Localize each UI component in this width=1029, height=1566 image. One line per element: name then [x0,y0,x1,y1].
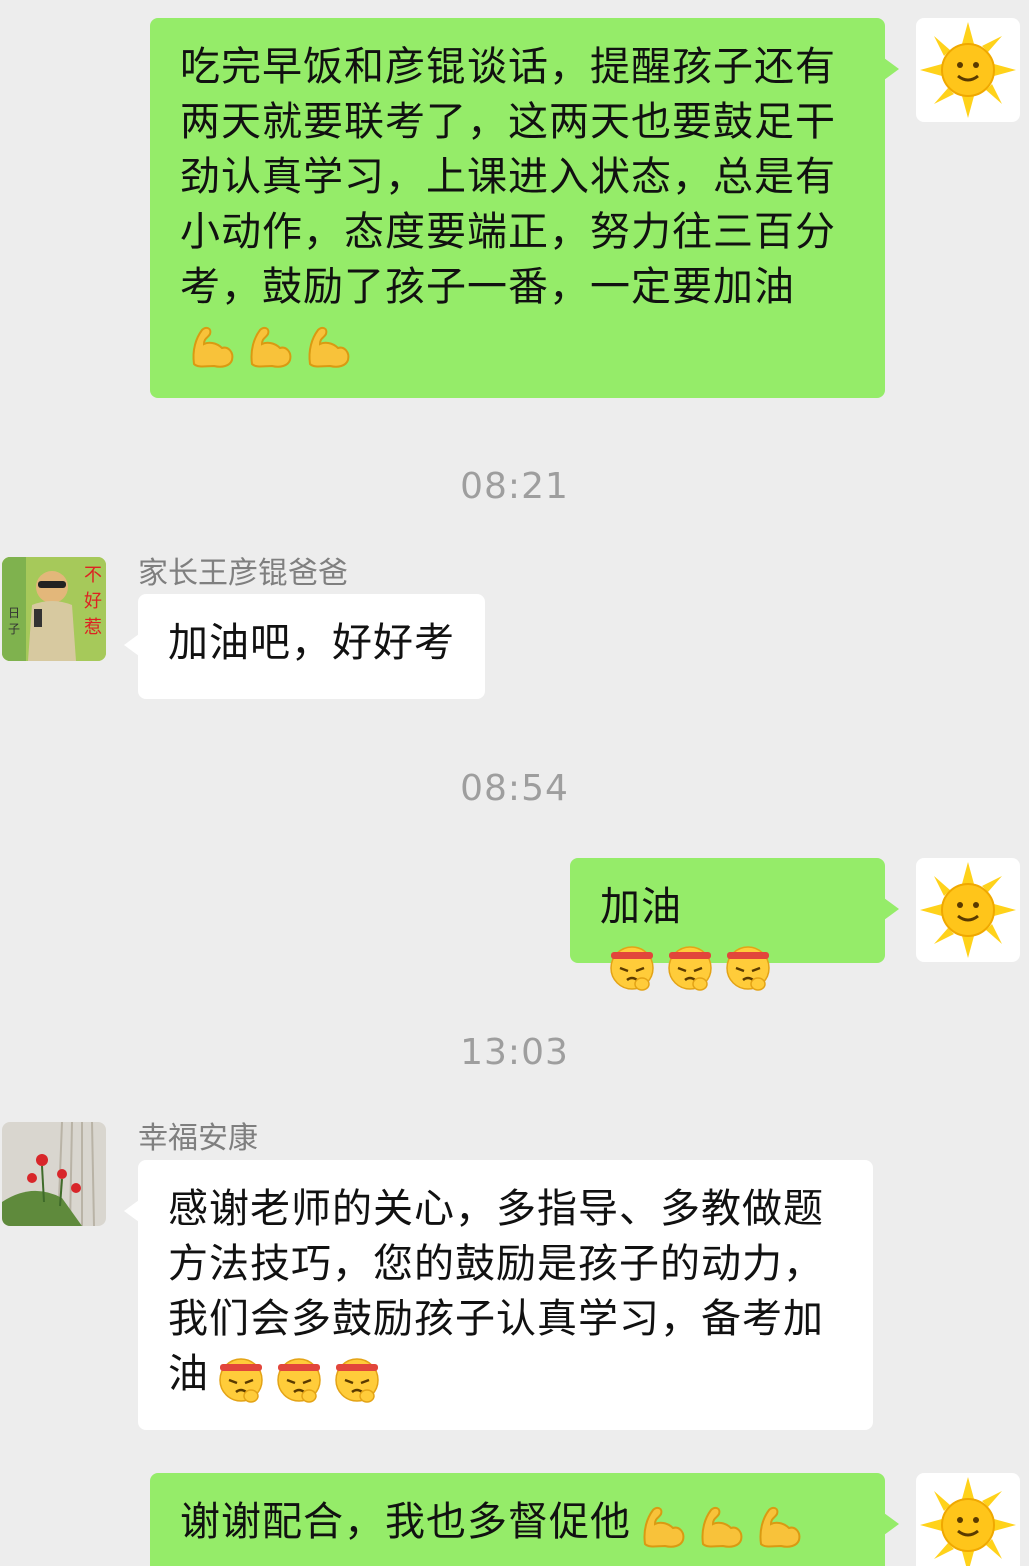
determined-face-icon [664,940,716,992]
avatar-caption: 日 [8,606,20,620]
flexed-biceps-icon [637,1500,689,1552]
determined-face-icon [722,940,774,992]
message-text: 谢谢配合，我也多督促他 [180,1499,631,1545]
avatar-caption: 子 [8,622,20,636]
sun-avatar[interactable] [916,858,1020,962]
flexed-biceps-icon [302,320,354,372]
message-bubble-outgoing[interactable]: 吃完早饭和彦锟谈话，提醒孩子还有两天就要联考了，这两天也要鼓足干劲认真学习，上课… [150,18,899,398]
timestamp: 13:03 [460,1032,569,1073]
determined-face-icon [215,1352,267,1404]
emoji-group [631,1497,805,1552]
determined-face-icon [273,1352,325,1404]
sender-name: 幸福安康 [138,1121,258,1156]
sun-avatar[interactable] [916,18,1020,122]
sun-avatar[interactable] [916,1473,1020,1566]
message-bubble-incoming[interactable]: 加油吧，好好考 [124,594,485,699]
message-text: 加油吧，好好考 [168,620,455,666]
timestamp: 08:54 [460,768,569,809]
determined-face-icon [331,1352,383,1404]
emoji-group [209,1349,383,1404]
child-photo-avatar[interactable]: 不 好 惹 日 子 [2,557,106,661]
flexed-biceps-icon [695,1500,747,1552]
message-bubble-outgoing[interactable]: 加油 [570,858,899,991]
avatar-caption: 好 [84,591,102,612]
determined-face-icon [606,940,658,992]
flexed-biceps-icon [186,320,238,372]
avatar-caption: 惹 [84,617,102,638]
flexed-biceps-icon [753,1500,805,1552]
message-text: 加油 [600,884,682,930]
avatar-caption: 不 [84,565,102,586]
emoji-group [180,317,354,372]
message-text: 吃完早饭和彦锟谈话，提醒孩子还有两天就要联考了，这两天也要鼓足干劲认真学习，上课… [180,44,836,310]
flexed-biceps-icon [244,320,296,372]
timestamp: 08:21 [460,466,569,507]
sender-name: 家长王彦锟爸爸 [138,556,348,591]
flowers-photo-avatar[interactable] [2,1122,106,1226]
message-bubble-incoming[interactable]: 感谢老师的关心，多指导、多教做题方法技巧，您的鼓励是孩子的动力，我们会多鼓励孩子… [124,1160,873,1430]
message-bubble-outgoing[interactable]: 谢谢配合，我也多督促他 [150,1473,899,1566]
emoji-group [600,937,774,992]
